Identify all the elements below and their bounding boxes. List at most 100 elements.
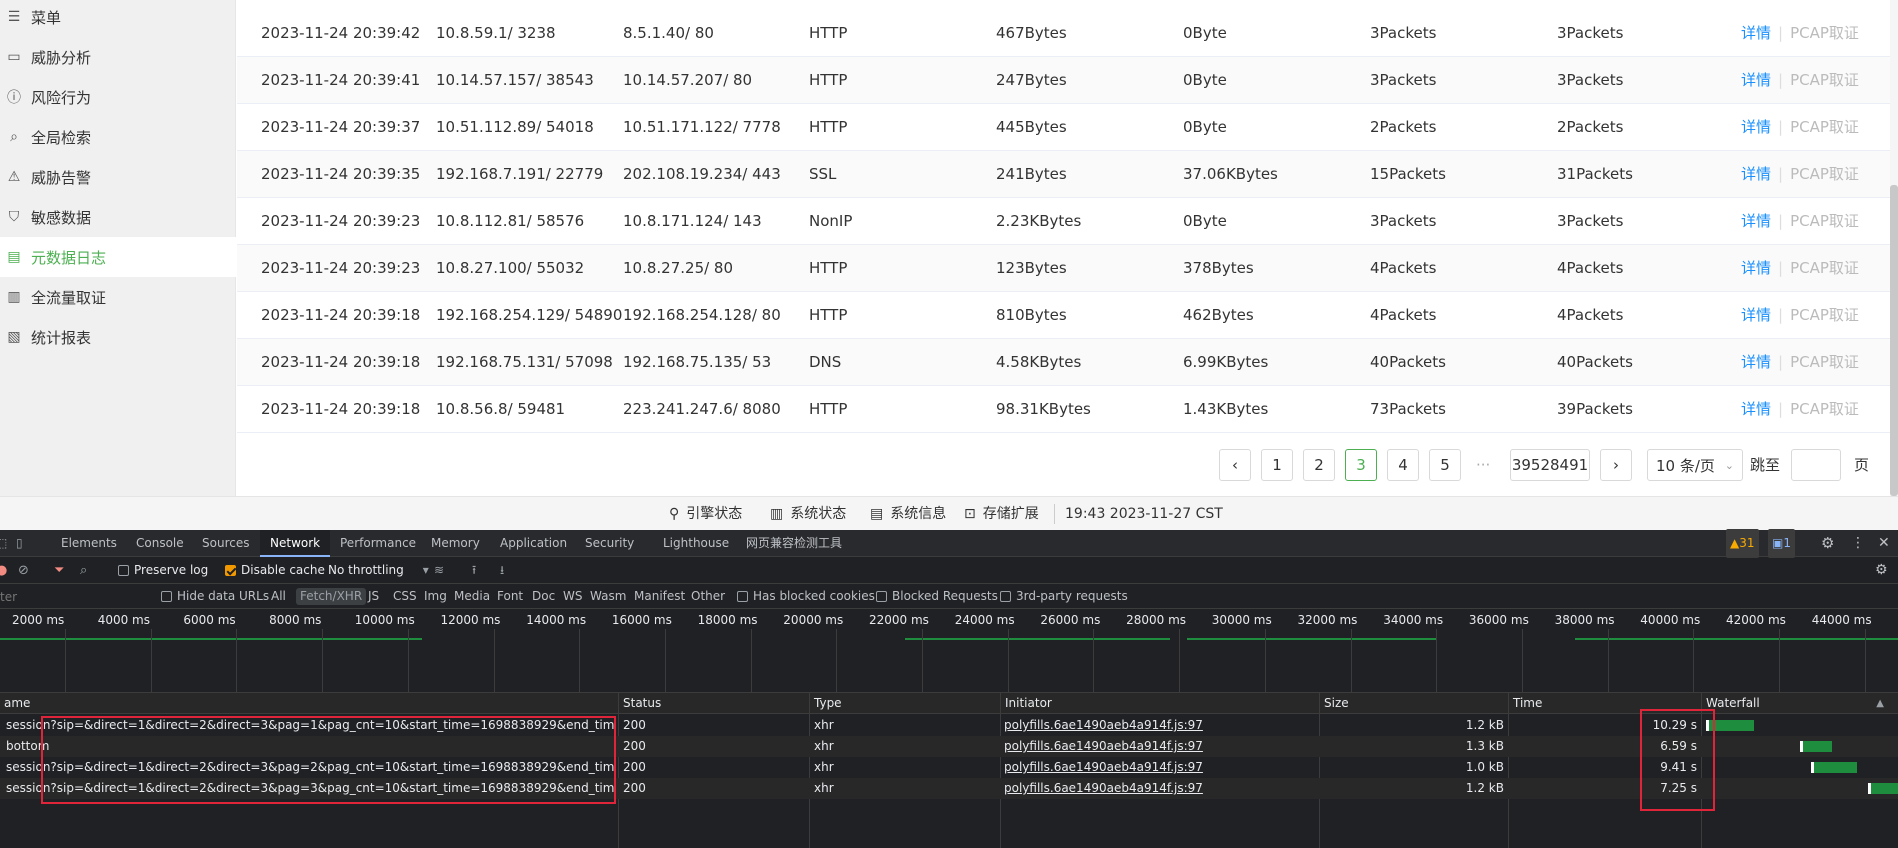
filter-type-manifest[interactable]: Manifest — [634, 584, 685, 609]
filter-type-font[interactable]: Font — [497, 584, 523, 609]
page-button[interactable]: 5 — [1429, 449, 1461, 481]
tab-sources[interactable]: Sources — [192, 530, 259, 557]
network-conditions-icon[interactable]: ≋ — [434, 557, 444, 584]
detail-link[interactable]: 详情 — [1741, 306, 1771, 324]
page-button[interactable]: 1 — [1261, 449, 1293, 481]
preserve-log-checkbox[interactable] — [118, 565, 129, 576]
column-header-status[interactable]: Status — [619, 693, 809, 714]
column-header-size[interactable]: Size — [1320, 693, 1508, 714]
system-status-item[interactable]: ▥ 系统状态 — [770, 497, 846, 531]
messages-badge[interactable]: ▣1 — [1768, 529, 1795, 558]
filter-icon[interactable]: ⏷ — [54, 557, 64, 584]
sidebar-item-threat-alarm[interactable]: ⚠ 威胁告警 — [0, 157, 236, 197]
filter-type-ws[interactable]: WS — [563, 584, 582, 609]
inspect-icon[interactable]: ⬚ — [0, 530, 7, 557]
detail-link[interactable]: 详情 — [1741, 71, 1771, 89]
pcap-evidence-link[interactable]: PCAP取证 — [1790, 353, 1859, 371]
tab-network[interactable]: Network — [260, 530, 331, 557]
page-button-current[interactable]: 3 — [1345, 449, 1377, 481]
request-initiator[interactable]: polyfills.6ae1490aeb4a914f.js:97 — [1004, 715, 1316, 736]
sidebar-item-reports[interactable]: ▧ 统计报表 — [0, 317, 236, 357]
settings-gear-icon[interactable]: ⚙ — [1821, 530, 1834, 557]
disable-cache-toggle[interactable]: Disable cache — [225, 557, 325, 584]
page-ellipsis[interactable]: ··· — [1476, 449, 1490, 481]
tab-console[interactable]: Console — [126, 530, 194, 557]
engine-status-item[interactable]: ⚲ 引擎状态 — [669, 497, 742, 531]
network-request-row[interactable]: session?sip=&direct=1&direct=2&direct=3&… — [0, 757, 1898, 778]
filter-type-fetch-xhr[interactable]: Fetch/XHR — [296, 584, 367, 609]
detail-link[interactable]: 详情 — [1741, 259, 1771, 277]
sidebar-item-global-search[interactable]: ⌕ 全局检索 — [0, 117, 236, 157]
hide-data-urls-toggle[interactable]: Hide data URLs — [161, 584, 269, 609]
pcap-evidence-link[interactable]: PCAP取证 — [1790, 259, 1859, 277]
network-settings-gear-icon[interactable]: ⚙ — [1875, 557, 1888, 584]
filter-type-css[interactable]: CSS — [393, 584, 417, 609]
request-initiator[interactable]: polyfills.6ae1490aeb4a914f.js:97 — [1004, 757, 1316, 778]
tab-memory[interactable]: Memory — [421, 530, 490, 557]
filter-type-media[interactable]: Media — [454, 584, 490, 609]
prev-page-button[interactable]: ‹ — [1219, 449, 1251, 481]
close-icon[interactable]: ✕ — [1878, 530, 1890, 557]
pcap-evidence-link[interactable]: PCAP取证 — [1790, 400, 1859, 418]
blocked-requests-checkbox[interactable] — [876, 591, 887, 602]
network-request-row[interactable]: session?sip=&direct=1&direct=2&direct=3&… — [0, 778, 1898, 799]
more-menu-icon[interactable]: ⋮ — [1851, 530, 1865, 557]
scrollbar-thumb[interactable] — [1890, 185, 1898, 496]
blocked-cookies-toggle[interactable]: Has blocked cookies — [737, 584, 875, 609]
record-icon[interactable]: ● — [0, 557, 7, 584]
tab-application[interactable]: Application — [490, 530, 577, 557]
detail-link[interactable]: 详情 — [1741, 353, 1771, 371]
filter-type-js[interactable]: JS — [368, 584, 379, 609]
tab-lighthouse[interactable]: Lighthouse — [653, 530, 739, 557]
page-size-select[interactable]: 10 条/页 ⌄ — [1647, 449, 1743, 481]
preserve-log-toggle[interactable]: Preserve log — [118, 557, 208, 584]
filter-type-img[interactable]: Img — [424, 584, 447, 609]
filter-type-wasm[interactable]: Wasm — [590, 584, 626, 609]
hide-data-urls-checkbox[interactable] — [161, 591, 172, 602]
pcap-evidence-link[interactable]: PCAP取证 — [1790, 24, 1859, 42]
throttling-select[interactable]: No throttling ▾ — [328, 557, 429, 584]
pcap-evidence-link[interactable]: PCAP取证 — [1790, 165, 1859, 183]
system-info-item[interactable]: ▤ 系统信息 — [870, 497, 946, 531]
sidebar-item-sensitive-data[interactable]: ⛉ 敏感数据 — [0, 197, 236, 237]
detail-link[interactable]: 详情 — [1741, 212, 1771, 230]
jump-input[interactable] — [1791, 449, 1841, 481]
tab-security[interactable]: Security — [575, 530, 644, 557]
export-har-icon[interactable]: ⭳ — [500, 557, 504, 584]
clear-icon[interactable]: ⊘ — [18, 557, 29, 584]
storage-item[interactable]: ⊡ 存储扩展 — [964, 497, 1039, 531]
page-button[interactable]: 4 — [1387, 449, 1419, 481]
detail-link[interactable]: 详情 — [1741, 400, 1771, 418]
filter-type-other[interactable]: Other — [691, 584, 725, 609]
sidebar-item-menu[interactable]: ☰ 菜单 — [0, 0, 236, 37]
sidebar-item-risk-behavior[interactable]: ⓘ 风险行为 — [0, 77, 236, 117]
network-overview-timeline[interactable]: 2000 ms 4000 ms 6000 ms 8000 ms 10000 ms 1200… — [0, 609, 1898, 693]
page-button[interactable]: 2 — [1303, 449, 1335, 481]
filter-type-all[interactable]: All — [271, 584, 286, 609]
blocked-cookies-checkbox[interactable] — [737, 591, 748, 602]
detail-link[interactable]: 详情 — [1741, 24, 1771, 42]
third-party-toggle[interactable]: 3rd-party requests — [1000, 584, 1128, 609]
device-toggle-icon[interactable]: ▯ — [16, 530, 23, 557]
pcap-evidence-link[interactable]: PCAP取证 — [1790, 118, 1859, 136]
column-header-waterfall[interactable]: Waterfall ▲ — [1702, 693, 1898, 714]
pcap-evidence-link[interactable]: PCAP取证 — [1790, 71, 1859, 89]
tab-compat-tool[interactable]: 网页兼容检测工具 — [736, 530, 852, 557]
network-request-row[interactable]: session?sip=&direct=1&direct=2&direct=3&… — [0, 715, 1898, 736]
blocked-requests-toggle[interactable]: Blocked Requests — [876, 584, 998, 609]
disable-cache-checkbox[interactable] — [225, 565, 236, 576]
column-header-type[interactable]: Type — [810, 693, 1000, 714]
sidebar-item-metadata-log[interactable]: ▤ 元数据日志 — [0, 237, 236, 277]
request-initiator[interactable]: polyfills.6ae1490aeb4a914f.js:97 — [1004, 778, 1316, 799]
third-party-checkbox[interactable] — [1000, 591, 1011, 602]
next-page-button[interactable]: › — [1600, 449, 1632, 481]
filter-input[interactable] — [0, 587, 150, 606]
detail-link[interactable]: 详情 — [1741, 118, 1771, 136]
last-page-button[interactable]: 39528491 — [1510, 449, 1590, 481]
sidebar-item-full-traffic[interactable]: ▥ 全流量取证 — [0, 277, 236, 317]
pcap-evidence-link[interactable]: PCAP取证 — [1790, 306, 1859, 324]
filter-type-doc[interactable]: Doc — [532, 584, 555, 609]
sidebar-item-threat-analysis[interactable]: ▭ 威胁分析 — [0, 37, 236, 77]
search-icon[interactable]: ⌕ — [80, 557, 87, 584]
request-initiator[interactable]: polyfills.6ae1490aeb4a914f.js:97 — [1004, 736, 1316, 757]
